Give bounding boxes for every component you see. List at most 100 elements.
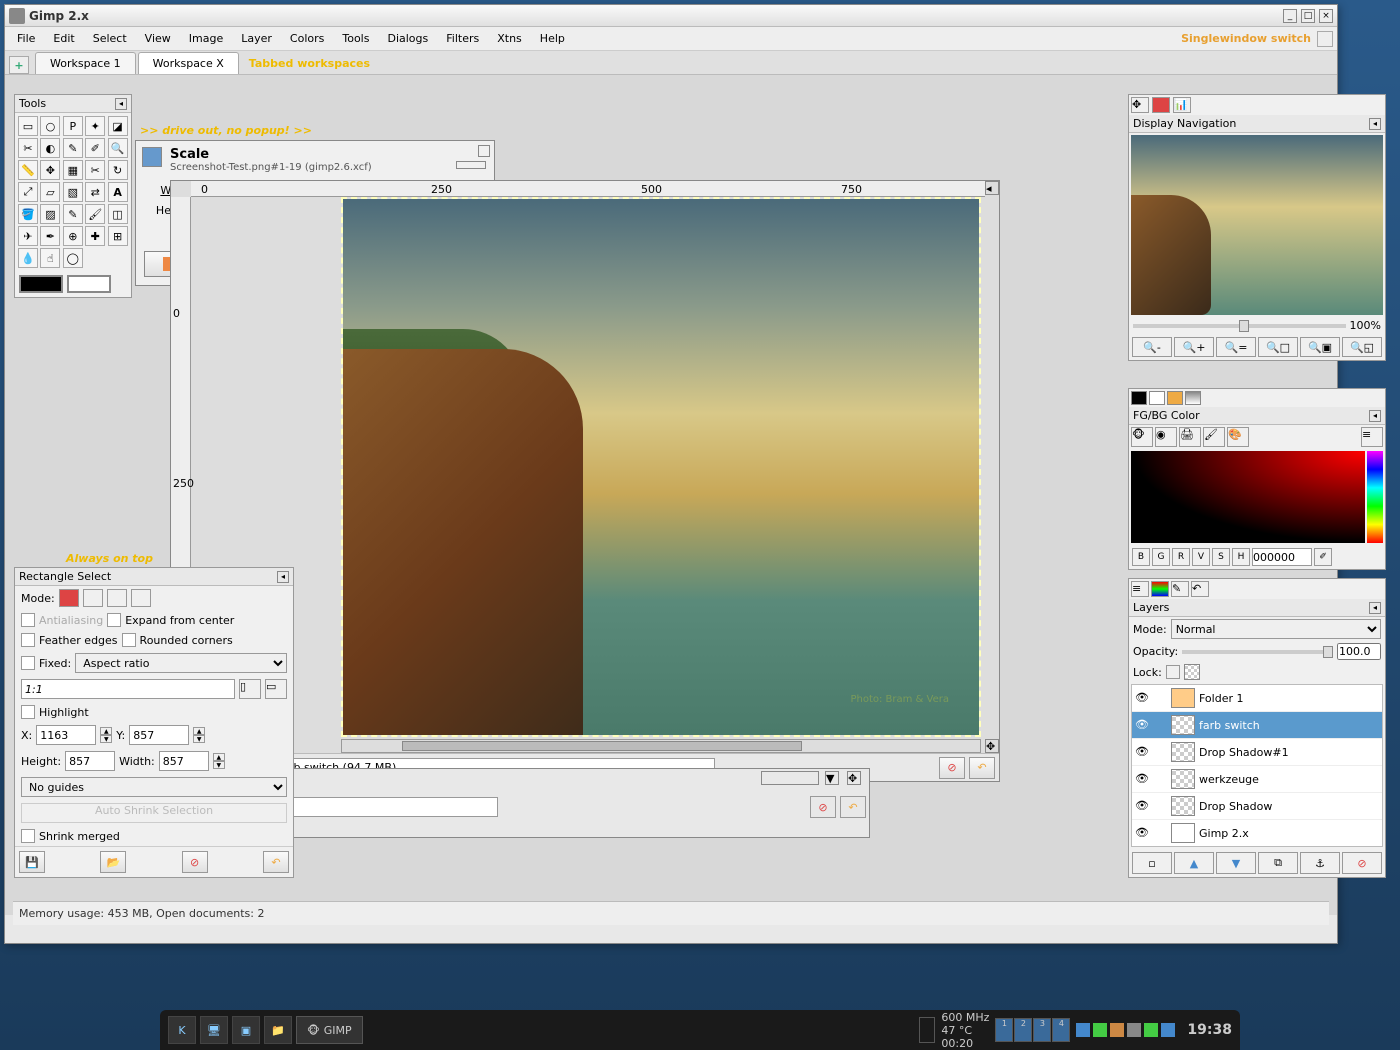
align-tool[interactable]: ▦ <box>63 160 83 180</box>
nav-tab-hist[interactable]: 📊 <box>1173 97 1191 113</box>
color-collapse-icon[interactable]: ◂ <box>1369 410 1381 422</box>
mode-intersect[interactable] <box>131 589 151 607</box>
zoom-slider[interactable] <box>1133 324 1346 328</box>
visibility-icon[interactable]: 👁 <box>1135 691 1149 705</box>
v-button[interactable]: V <box>1192 548 1210 566</box>
swatch-white[interactable] <box>1149 391 1165 405</box>
nav-title[interactable]: Display Navigation ◂ <box>1129 115 1385 133</box>
menu-edit[interactable]: Edit <box>45 29 82 48</box>
picker-button[interactable]: ✐ <box>1314 548 1332 566</box>
pager-3[interactable]: 3 <box>1033 1018 1051 1042</box>
desktop-button[interactable]: 🖥 <box>200 1016 228 1044</box>
perspective-tool[interactable]: ▧ <box>63 182 83 202</box>
visibility-icon[interactable]: 👁 <box>1135 745 1149 759</box>
mode-select[interactable]: Normal <box>1171 619 1381 639</box>
nav-tab-move[interactable]: ✥ <box>1131 97 1149 113</box>
tray-icon-3[interactable] <box>1110 1023 1124 1037</box>
zoom-fill-button[interactable]: 🔍▣ <box>1300 337 1340 357</box>
color-tab-wheel[interactable]: ◉ <box>1155 427 1177 447</box>
landscape-button[interactable]: ▭ <box>265 679 287 699</box>
tray-icon-1[interactable] <box>1076 1023 1090 1037</box>
new-layer-button[interactable]: ▫ <box>1132 852 1172 874</box>
bucket-tool[interactable]: 🪣 <box>18 204 38 224</box>
picker-tool[interactable]: ✐ <box>85 138 105 158</box>
menu-dialogs[interactable]: Dialogs <box>379 29 436 48</box>
menu-view[interactable]: View <box>137 29 179 48</box>
color-tab-scales[interactable]: ≡ <box>1361 427 1383 447</box>
y-input[interactable] <box>129 725 189 745</box>
ratio-input[interactable] <box>21 679 235 699</box>
pager-4[interactable]: 4 <box>1052 1018 1070 1042</box>
zoom-out-button[interactable]: 🔍- <box>1132 337 1172 357</box>
color-tab-water[interactable]: 🖌 <box>1203 427 1225 447</box>
visibility-icon[interactable]: 👁 <box>1135 718 1149 732</box>
lower-layer-button[interactable]: ▼ <box>1216 852 1256 874</box>
nav-collapse-icon[interactable]: ◂ <box>1369 118 1381 130</box>
undo2-button[interactable]: ↶ <box>840 796 866 818</box>
hue-slider[interactable] <box>1367 451 1383 543</box>
fg-select-tool[interactable]: ◐ <box>40 138 60 158</box>
menu-image[interactable]: Image <box>181 29 231 48</box>
layer-folder[interactable]: 👁 Folder 1 <box>1132 685 1382 712</box>
menu-xtns[interactable]: Xtns <box>489 29 530 48</box>
color-tab-palette[interactable]: 🎨 <box>1227 427 1249 447</box>
swatch-grad[interactable] <box>1185 391 1201 405</box>
tab-workspace-1[interactable]: Workspace 1 <box>35 52 136 74</box>
color-select-tool[interactable]: ◪ <box>108 116 128 136</box>
nav-tab-nav[interactable] <box>1152 97 1170 113</box>
tray-icon-4[interactable] <box>1127 1023 1141 1037</box>
smudge-tool[interactable]: ☝ <box>40 248 60 268</box>
minimize-button[interactable]: _ <box>1283 9 1297 23</box>
clone-tool[interactable]: ⊕ <box>63 226 83 246</box>
hscroll2[interactable] <box>761 771 819 785</box>
rotate-tool[interactable]: ↻ <box>108 160 128 180</box>
kmenu-button[interactable]: K <box>168 1016 196 1044</box>
reset-options-button[interactable]: ↶ <box>263 851 289 873</box>
mode-replace[interactable] <box>59 589 79 607</box>
zoom-11-button[interactable]: 🔍= <box>1216 337 1256 357</box>
zoom-slider-thumb[interactable] <box>1239 320 1249 332</box>
canvas-viewport[interactable]: Photo: Bram & Vera <box>341 197 981 737</box>
desktop-pager[interactable]: 1 2 3 4 <box>995 1018 1070 1042</box>
tools-dock-title[interactable]: Tools ◂ <box>15 95 131 113</box>
taskbar-gimp[interactable]: 🐵 GIMP <box>296 1016 363 1044</box>
anchor-layer-button[interactable]: ⚓ <box>1300 852 1340 874</box>
w-input[interactable] <box>159 751 209 771</box>
pager-1[interactable]: 1 <box>995 1018 1013 1042</box>
pencil-tool[interactable]: ✎ <box>63 204 83 224</box>
delete-layer-button[interactable]: ⊘ <box>1342 852 1382 874</box>
delete-options-button[interactable]: ⊘ <box>182 851 208 873</box>
titlebar[interactable]: Gimp 2.x _ □ × <box>5 5 1337 27</box>
visibility-icon[interactable]: 👁 <box>1135 826 1149 840</box>
nav-corner-icon[interactable]: ✥ <box>985 739 999 753</box>
opacity-slider[interactable] <box>1182 650 1333 654</box>
measure-tool[interactable]: 📏 <box>18 160 38 180</box>
h-button[interactable]: H <box>1232 548 1250 566</box>
tool-options-title[interactable]: Rectangle Select ◂ <box>15 568 293 586</box>
rect-select-tool[interactable]: ▭ <box>18 116 38 136</box>
duplicate-layer-button[interactable]: ⧉ <box>1258 852 1298 874</box>
blend-tool[interactable]: ▨ <box>40 204 60 224</box>
layers-title[interactable]: Layers ◂ <box>1129 599 1385 617</box>
ellipse-select-tool[interactable]: ○ <box>40 116 60 136</box>
menu-tools[interactable]: Tools <box>334 29 377 48</box>
cancel-op-button[interactable]: ⊘ <box>939 757 965 779</box>
opacity-input[interactable] <box>1337 643 1381 660</box>
tray-network-icon[interactable] <box>1161 1023 1175 1037</box>
new-tab-button[interactable]: + <box>9 56 29 74</box>
rounded-checkbox[interactable] <box>122 633 136 647</box>
clock[interactable]: 19:38 <box>1187 1022 1232 1038</box>
restore-options-button[interactable]: 📂 <box>100 851 126 873</box>
undo-tab[interactable]: ↶ <box>1191 581 1209 597</box>
menu-filters[interactable]: Filters <box>438 29 487 48</box>
merged-checkbox[interactable] <box>21 829 35 843</box>
color-title[interactable]: FG/BG Color ◂ <box>1129 407 1385 425</box>
menu-select[interactable]: Select <box>85 29 135 48</box>
tray-icon-2[interactable] <box>1093 1023 1107 1037</box>
flip-tool[interactable]: ⇄ <box>85 182 105 202</box>
paths-tab[interactable]: ✎ <box>1171 581 1189 597</box>
fg-swatch[interactable] <box>19 275 63 293</box>
scrollbar-thumb[interactable] <box>402 741 802 751</box>
menu-colors[interactable]: Colors <box>282 29 332 48</box>
opacity-thumb[interactable] <box>1323 646 1333 658</box>
